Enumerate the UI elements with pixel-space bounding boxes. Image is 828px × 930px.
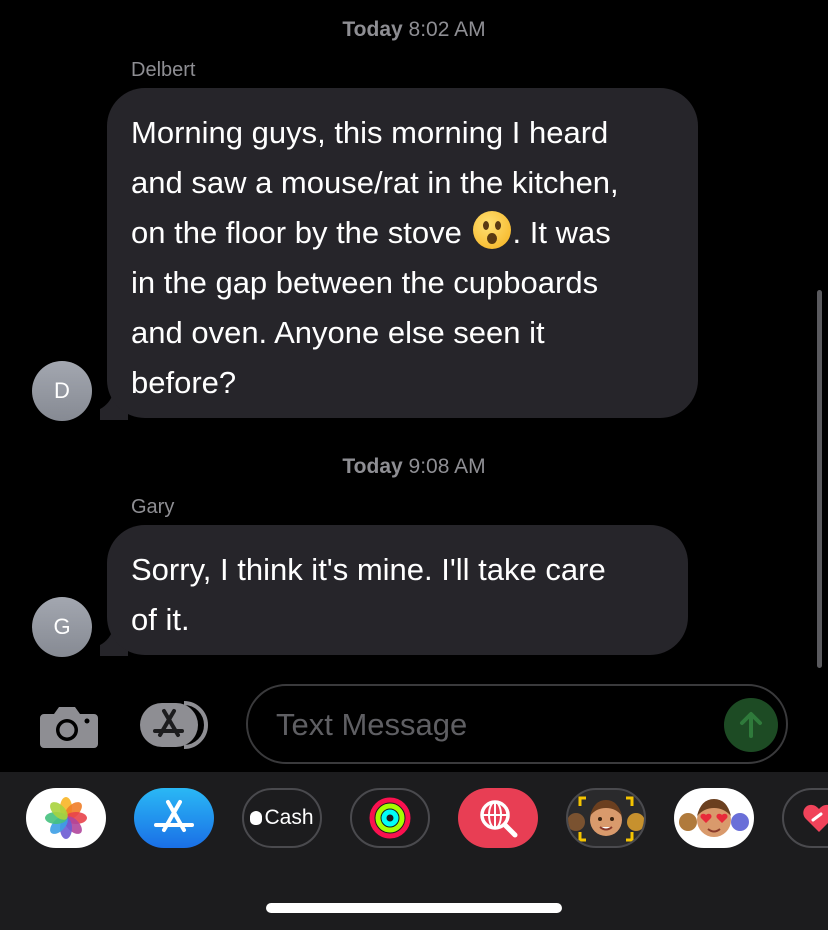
app-store-icon [140,701,208,749]
sender-name-delbert: Delbert [131,59,196,81]
apps-button[interactable] [138,701,212,749]
apple-logo-icon [250,811,263,825]
home-indicator[interactable] [266,903,562,913]
memoji-heart-eyes-icon [679,799,749,837]
scrollbar[interactable] [817,290,822,668]
message-bubble-delbert[interactable]: Morning guys, this morning I heard and s… [107,88,698,418]
apple-cash-app-button[interactable]: Cash [242,788,322,848]
photos-app-button[interactable] [26,788,106,848]
memoji-icon [568,796,644,842]
apple-cash-label: Cash [264,806,314,829]
hushed-face-emoji-icon [472,211,511,249]
activity-rings-icon [369,797,411,839]
digital-touch-app-button[interactable] [782,788,828,848]
arrow-up-icon [740,712,762,738]
heart-icon [803,804,828,832]
app-store-icon [154,800,194,832]
photos-flower-icon [45,797,87,839]
message-bubble-gary[interactable]: Sorry, I think it's mine. I'll take care… [107,525,688,655]
camera-icon [40,707,98,748]
fitness-app-button[interactable] [350,788,430,848]
message-input-field[interactable] [246,684,788,764]
send-button[interactable] [724,698,778,752]
memoji-app-button[interactable] [674,788,754,848]
message-text: Sorry, I think it's mine. I'll take care… [131,552,606,637]
sender-name-gary: Gary [131,496,175,518]
avatar-delbert[interactable]: D [32,361,92,421]
timestamp-2: Today 9:08 AM [342,455,486,478]
globe-search-icon [480,800,518,838]
text-message-input[interactable] [274,702,698,748]
images-search-app-button[interactable] [458,788,538,848]
app-store-app-button[interactable] [134,788,214,848]
memoji-stickers-app-button[interactable] [566,788,646,848]
avatar-gary[interactable]: G [32,597,92,657]
timestamp-1: Today 8:02 AM [342,18,486,41]
camera-button[interactable] [36,704,98,755]
